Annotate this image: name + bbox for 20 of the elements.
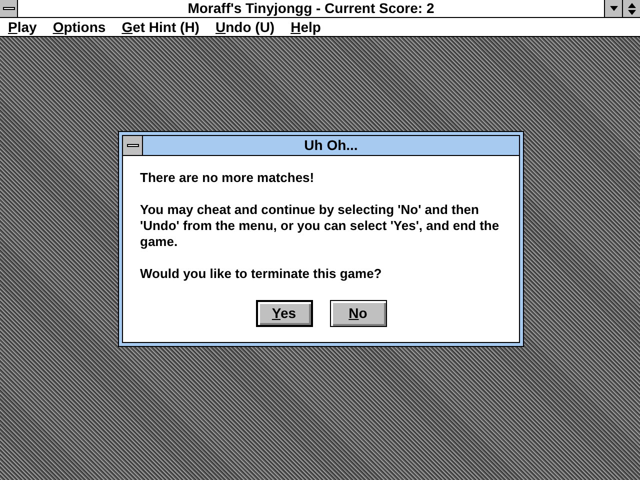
minus-icon — [2, 7, 14, 10]
dialog-title: Uh Oh... — [303, 136, 359, 155]
message-text: There are no more matches! — [140, 170, 316, 186]
menu-item[interactable]: Get Hint (H) — [122, 19, 200, 35]
up-down-arrow-icon — [628, 2, 636, 14]
control-menu-button[interactable] — [0, 0, 18, 17]
minus-icon — [126, 144, 138, 147]
maximize-button[interactable] — [622, 0, 640, 17]
menu-item[interactable]: Undo (U) — [215, 19, 275, 35]
message-text: You may cheat and continue by selecting 'No' and then 'Undo' from the menu, or you can select 'Yes', and end the game. — [140, 202, 500, 250]
menu-item[interactable]: Play — [8, 19, 37, 35]
dialog-button[interactable]: Yes — [256, 300, 312, 327]
window-title: Moraff's Tinyjongg - Current Score: 2 — [186, 0, 436, 17]
control-menu-button[interactable] — [123, 136, 143, 155]
minimize-button[interactable] — [604, 0, 622, 17]
menu-item[interactable]: Options — [52, 19, 106, 35]
dialog-button[interactable]: No — [330, 300, 386, 327]
down-arrow-icon — [610, 6, 618, 11]
menu-item[interactable]: Help — [290, 19, 321, 35]
message-text: Would you like to terminate this game? — [140, 266, 383, 282]
